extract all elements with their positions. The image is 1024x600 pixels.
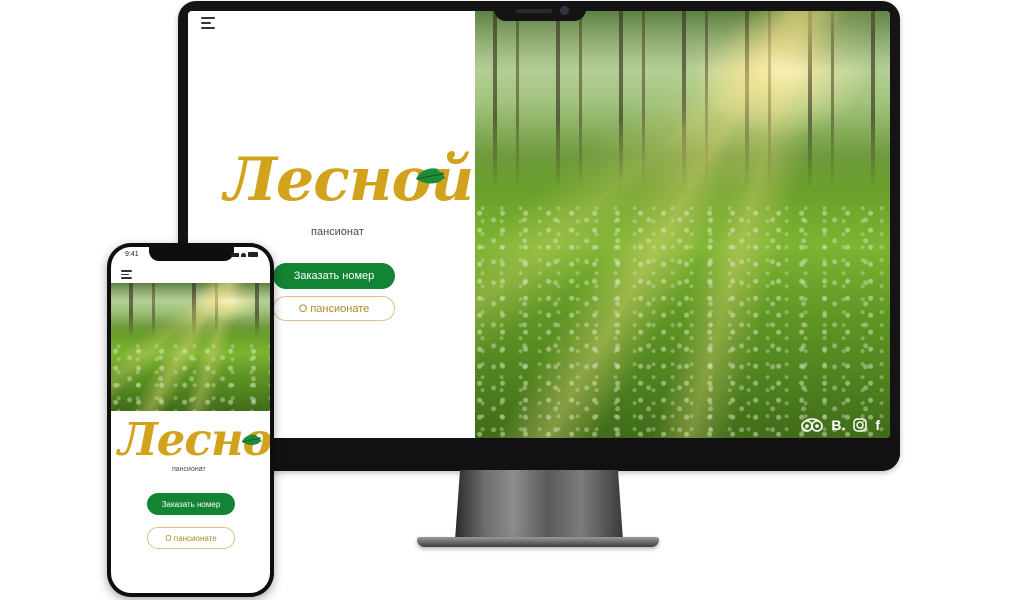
monitor-stand-neck — [455, 470, 623, 540]
hero-forest-image — [111, 283, 270, 411]
mobile-screen: 9:41 Лесной пансионат Заказать номер О п… — [111, 247, 270, 593]
desktop-screen: Лесной пансионат Заказать номер О пансио… — [188, 11, 890, 438]
desktop-monitor: Лесной пансионат Заказать номер О пансио… — [178, 1, 900, 471]
logo-subtitle: пансионат — [311, 226, 364, 238]
about-button[interactable]: О пансионате — [147, 527, 235, 549]
facebook-icon[interactable]: f — [875, 418, 880, 432]
book-room-button[interactable]: Заказать номер — [147, 493, 235, 515]
mobile-phone: 9:41 Лесной пансионат Заказать номер О п… — [107, 243, 274, 597]
camera-icon — [560, 6, 569, 15]
logo-subtitle: пансионат — [172, 466, 206, 473]
book-room-button[interactable]: Заказать номер — [273, 263, 395, 289]
instagram-icon[interactable] — [853, 418, 868, 432]
monitor-chin — [178, 438, 900, 471]
monitor-stand-base — [417, 537, 659, 547]
tripadvisor-icon[interactable] — [801, 418, 824, 432]
monitor-speaker — [516, 9, 552, 13]
phone-notch — [149, 247, 234, 261]
oak-leaf-icon — [241, 434, 263, 445]
battery-icon — [248, 252, 258, 257]
about-button[interactable]: О пансионате — [273, 296, 395, 321]
status-icons — [231, 252, 258, 257]
signal-icon — [231, 252, 239, 257]
status-time: 9:41 — [125, 251, 139, 258]
hamburger-icon[interactable] — [201, 17, 215, 29]
social-links: B. f — [801, 418, 880, 432]
oak-leaf-icon — [416, 168, 446, 184]
hero-forest-image: B. f — [475, 11, 890, 438]
hamburger-icon[interactable] — [121, 270, 132, 279]
booking-icon[interactable]: B. — [831, 418, 845, 432]
wifi-icon — [241, 252, 246, 257]
